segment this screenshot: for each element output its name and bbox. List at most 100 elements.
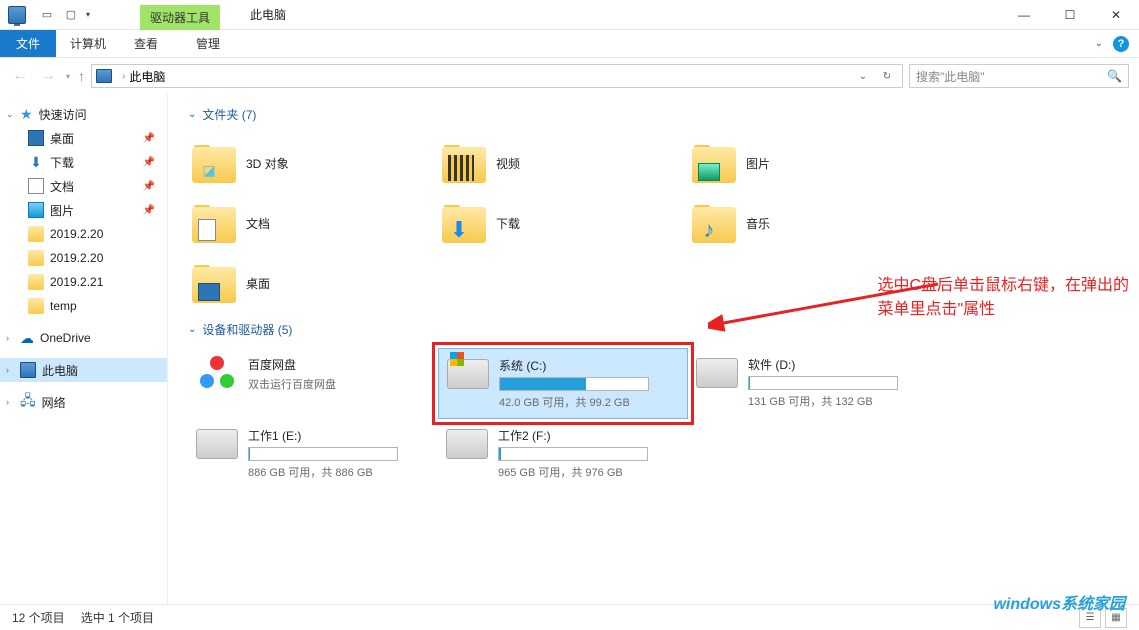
- sidebar-quick-access[interactable]: ⌄ ★ 快速访问: [0, 102, 167, 126]
- desktop-icon: [28, 130, 44, 146]
- star-icon: ★: [20, 106, 33, 123]
- breadcrumb-location[interactable]: 此电脑: [129, 68, 165, 85]
- device-drive-d[interactable]: 软件 (D:)131 GB 可用，共 132 GB: [688, 348, 938, 419]
- ribbon-collapse-icon[interactable]: ⌄: [1095, 38, 1103, 49]
- pin-icon: 📌: [143, 205, 155, 216]
- folder-label: 图片: [746, 155, 770, 172]
- help-icon[interactable]: ?: [1113, 36, 1129, 52]
- qat-properties[interactable]: ▭: [38, 6, 56, 24]
- statusbar: 12 个项目 选中 1 个项目 ☰ ▦: [0, 604, 1139, 630]
- contextual-tab-driver-tools[interactable]: 驱动器工具: [140, 5, 220, 30]
- nav-history-dropdown[interactable]: ▾: [66, 72, 70, 81]
- sidebar-label: OneDrive: [40, 331, 91, 345]
- device-name: 软件 (D:): [748, 356, 930, 373]
- sidebar-label: 文档: [50, 178, 74, 195]
- sidebar-item-pictures[interactable]: 图片 📌: [0, 198, 167, 222]
- device-drive-e[interactable]: 工作1 (E:)886 GB 可用，共 886 GB: [188, 419, 438, 488]
- sidebar-onedrive[interactable]: › ☁ OneDrive: [0, 326, 167, 350]
- folder-pictures[interactable]: 图片: [688, 133, 938, 193]
- network-icon: 🖧: [20, 390, 36, 414]
- ribbon-view-tab[interactable]: 查看: [120, 30, 172, 57]
- folder-icon: [28, 226, 44, 242]
- download-arrow-icon: ⬇: [448, 219, 470, 241]
- section-folders-header[interactable]: ⌄ 文件夹 (7): [188, 106, 1119, 123]
- folder-downloads[interactable]: ⬇ 下载: [438, 193, 688, 253]
- folder-label: 3D 对象: [246, 155, 289, 172]
- drive-icon: [196, 429, 238, 459]
- breadcrumb-sep: ›: [122, 71, 125, 82]
- maximize-button[interactable]: ☐: [1047, 0, 1093, 30]
- this-pc-icon: [20, 362, 36, 378]
- ribbon-file-tab[interactable]: 文件: [0, 30, 56, 57]
- address-dropdown[interactable]: ⌄: [852, 65, 874, 87]
- sidebar-label: 图片: [50, 202, 74, 219]
- folder-icon: [28, 274, 44, 290]
- device-drive-c[interactable]: 系统 (C:)42.0 GB 可用，共 99.2 GB: [438, 348, 688, 419]
- chevron-right-icon[interactable]: ›: [6, 333, 9, 343]
- sidebar-item-downloads[interactable]: ⬇下载📌: [0, 150, 167, 174]
- ribbon-manage-tab[interactable]: 管理: [182, 30, 234, 57]
- search-placeholder: 搜索"此电脑": [916, 68, 985, 85]
- folder-label: 下载: [496, 215, 520, 232]
- search-icon: 🔍: [1107, 69, 1122, 83]
- download-icon: ⬇: [28, 154, 44, 170]
- document-icon: [28, 178, 44, 194]
- document-icon: [198, 219, 216, 241]
- qat-new-folder[interactable]: ▢: [62, 6, 80, 24]
- folder-music[interactable]: ♪音乐: [688, 193, 938, 253]
- nav-up-button[interactable]: ↑: [78, 68, 85, 84]
- status-item-count: 12 个项目: [12, 609, 65, 626]
- sidebar-label: 2019.2.20: [50, 251, 103, 265]
- sidebar-network[interactable]: ›🖧网络: [0, 390, 167, 414]
- sidebar-item-documents[interactable]: 文档📌: [0, 174, 167, 198]
- ribbon: 文件 计算机 查看 管理 ⌄ ?: [0, 30, 1139, 58]
- content-area: ⌄ 文件夹 (7) ◪ 3D 对象 视频 图片 文档 ⬇ 下载 ♪音乐 桌面 ⌄ 设…: [168, 94, 1139, 604]
- sidebar-this-pc[interactable]: ›此电脑: [0, 358, 167, 382]
- pin-icon: 📌: [143, 157, 155, 168]
- annotation-text: 选中C盘后单击鼠标右键，在弹出的 菜单里点击"属性: [877, 274, 1129, 322]
- sidebar-item-folder[interactable]: 2019.2.20: [0, 246, 167, 270]
- nav-back-button[interactable]: ←: [10, 65, 30, 87]
- chevron-right-icon[interactable]: ›: [6, 397, 9, 407]
- chevron-down-icon[interactable]: ⌄: [6, 109, 14, 120]
- sidebar: ⌄ ★ 快速访问 桌面📌 ⬇下载📌 文档📌 图片📌 2019.2.20 2019…: [0, 94, 168, 604]
- device-sub: 965 GB 可用，共 976 GB: [498, 464, 680, 480]
- folder-desktop[interactable]: 桌面: [188, 253, 438, 313]
- search-input[interactable]: 搜索"此电脑" 🔍: [909, 64, 1129, 88]
- folder-label: 桌面: [246, 275, 270, 292]
- sidebar-item-folder[interactable]: 2019.2.21: [0, 270, 167, 294]
- chevron-right-icon[interactable]: ›: [6, 365, 9, 375]
- onedrive-icon: ☁: [20, 330, 34, 347]
- cube-icon: ◪: [198, 159, 220, 181]
- folder-video[interactable]: 视频: [438, 133, 688, 193]
- storage-bar: [748, 376, 898, 390]
- device-sub: 886 GB 可用，共 886 GB: [248, 464, 430, 480]
- refresh-button[interactable]: ↻: [876, 65, 898, 87]
- nav-forward-button[interactable]: →: [38, 65, 58, 87]
- drive-icon: [696, 358, 738, 388]
- desktop-icon: [198, 283, 220, 301]
- qat-dropdown[interactable]: ▾: [86, 10, 90, 19]
- watermark: �΢windows系统家园: [993, 590, 1125, 614]
- sidebar-item-folder[interactable]: 2019.2.20: [0, 222, 167, 246]
- sidebar-label: 快速访问: [39, 106, 87, 123]
- device-drive-f[interactable]: 工作2 (F:)965 GB 可用，共 976 GB: [438, 419, 688, 488]
- baidu-icon: [200, 356, 234, 390]
- ribbon-computer-tab[interactable]: 计算机: [56, 30, 120, 57]
- section-devices-header[interactable]: ⌄ 设备和驱动器 (5): [188, 321, 1119, 338]
- navbar: ← → ▾ ↑ › 此电脑 ⌄ ↻ 搜索"此电脑" 🔍: [0, 58, 1139, 94]
- sidebar-item-folder[interactable]: temp: [0, 294, 167, 318]
- film-icon: [448, 155, 474, 181]
- status-selected-count: 选中 1 个项目: [81, 609, 154, 626]
- section-title: 文件夹 (7): [202, 106, 256, 123]
- folder-documents[interactable]: 文档: [188, 193, 438, 253]
- sidebar-item-desktop[interactable]: 桌面📌: [0, 126, 167, 150]
- folder-3d-objects[interactable]: ◪ 3D 对象: [188, 133, 438, 193]
- device-baidu-netdisk[interactable]: 百度网盘双击运行百度网盘: [188, 348, 438, 419]
- sidebar-label: temp: [50, 299, 77, 313]
- close-button[interactable]: ✕: [1093, 0, 1139, 30]
- minimize-button[interactable]: —: [1001, 0, 1047, 30]
- folder-icon: [28, 298, 44, 314]
- address-bar[interactable]: › 此电脑 ⌄ ↻: [91, 64, 903, 88]
- chevron-down-icon: ⌄: [188, 324, 196, 335]
